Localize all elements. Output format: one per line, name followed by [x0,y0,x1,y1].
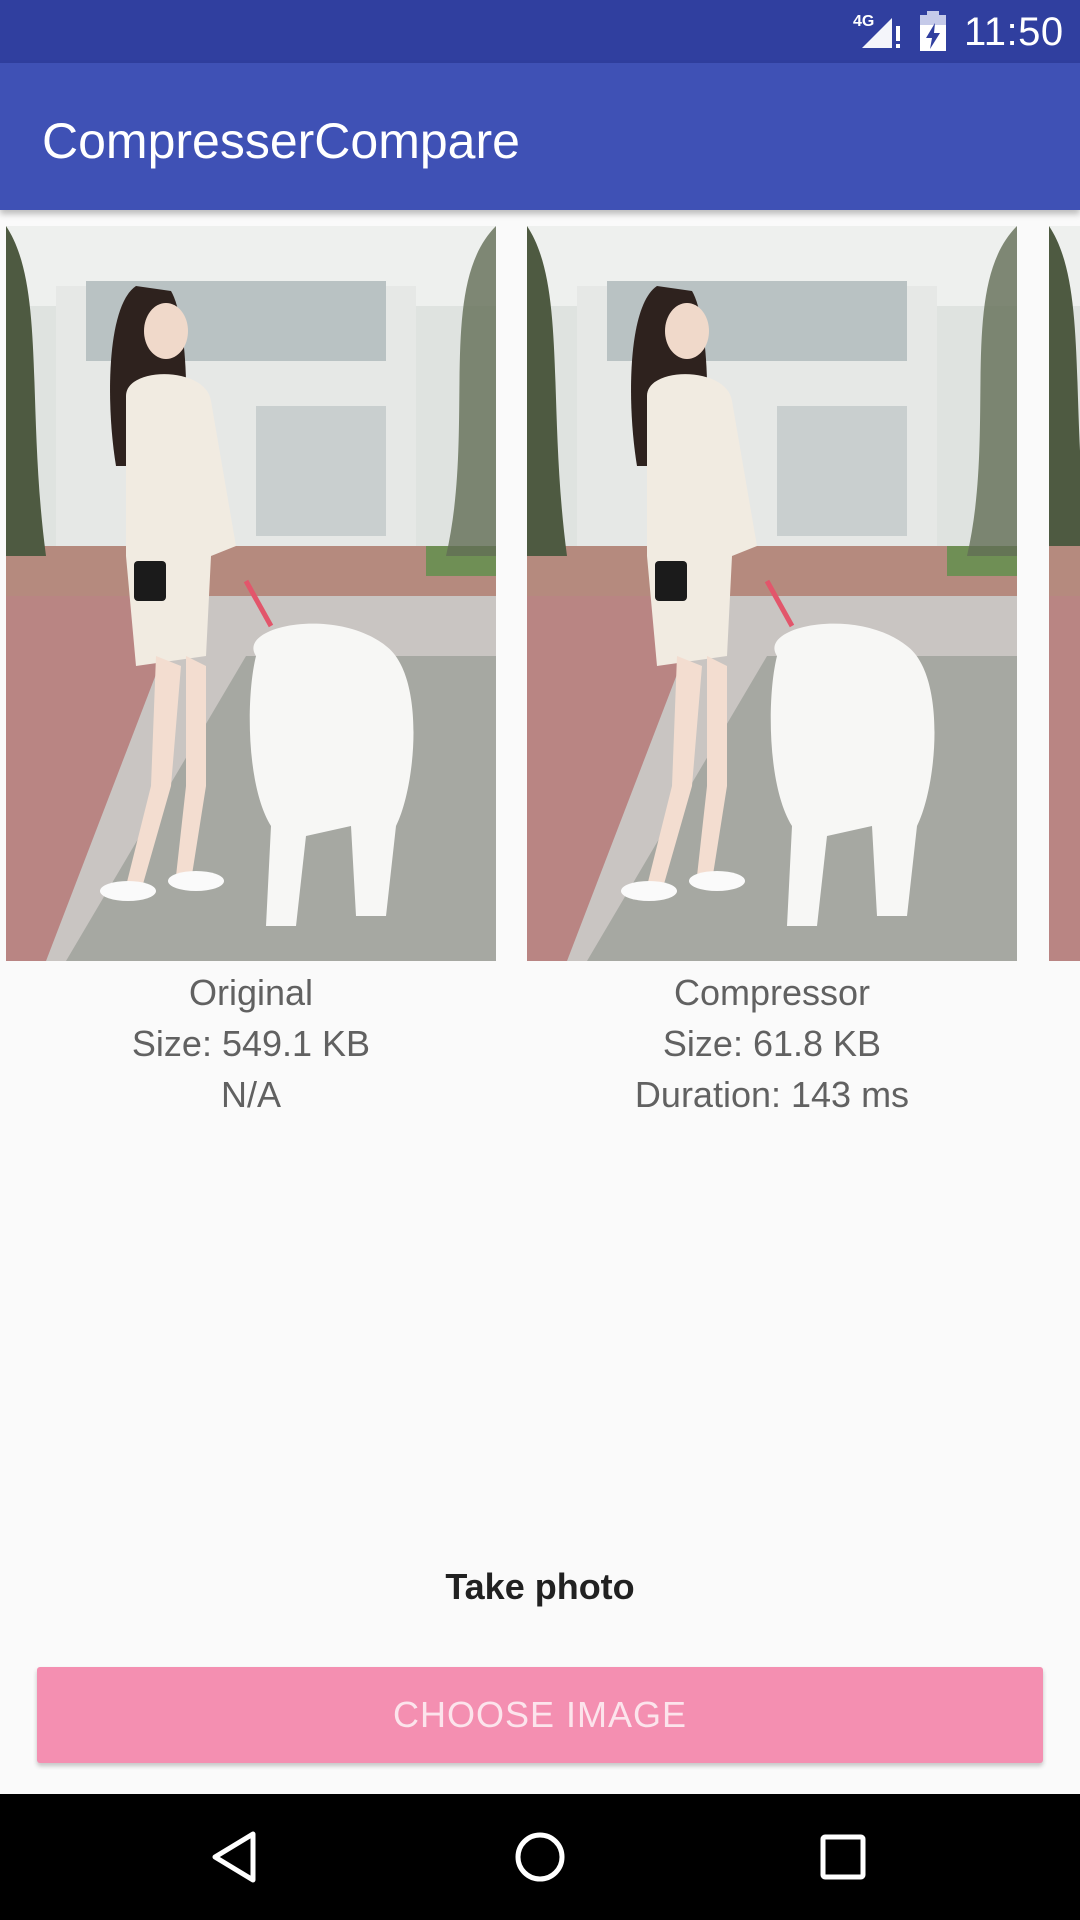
result-card-next[interactable] [1049,226,1080,961]
original-size: Size: 549.1 KB [131,1023,371,1064]
compressor-caption: Compressor Size: 61.8 KB Duration: 143 m… [527,967,1017,1120]
compressor-title: Compressor [673,972,871,1013]
original-caption: Original Size: 549.1 KB N/A [6,967,496,1120]
home-icon[interactable] [507,1824,573,1890]
compressed-image [527,226,1017,961]
results-gallery[interactable]: Original Size: 549.1 KB N/A Compressor S… [0,210,1080,1140]
original-title: Original [188,972,314,1013]
app-bar: CompresserCompare [0,63,1080,210]
result-card-original[interactable]: Original Size: 549.1 KB N/A [6,226,496,1120]
choose-image-button[interactable]: CHOOSE IMAGE [37,1667,1043,1763]
original-detail: N/A [220,1074,281,1115]
signal-4g-icon: 4G [853,13,900,48]
photo-illustration [527,226,1017,961]
photo-illustration [6,226,496,961]
result-card-compressor[interactable]: Compressor Size: 61.8 KB Duration: 143 m… [527,226,1017,1120]
compressor-size: Size: 61.8 KB [662,1023,882,1064]
recents-icon[interactable] [810,1824,876,1890]
next-image [1049,226,1080,961]
take-photo-button[interactable]: Take photo [0,1562,1080,1612]
status-time: 11:50 [964,10,1064,54]
original-image [6,226,496,961]
battery-charging-icon [920,11,946,51]
back-icon[interactable] [203,1824,269,1890]
status-bar: 4G 11:50 [0,0,1080,63]
compressor-detail: Duration: 143 ms [634,1074,910,1115]
navigation-bar [0,1794,1080,1920]
network-type-label: 4G [853,13,874,30]
photo-illustration [1049,226,1080,961]
app-title: CompresserCompare [42,113,520,169]
